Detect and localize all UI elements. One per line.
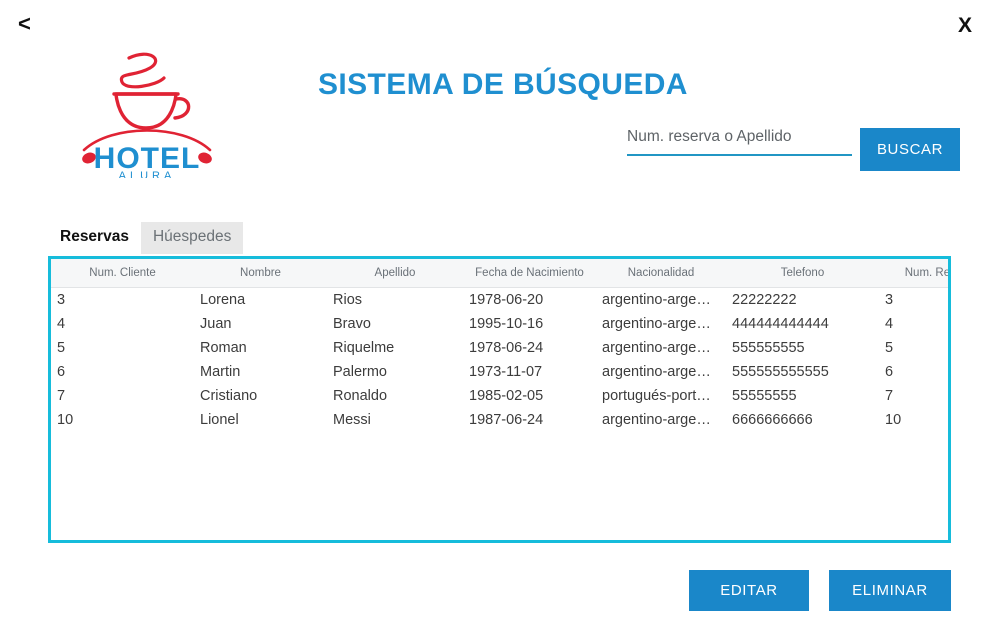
cell-num-cliente: 10 <box>57 412 74 428</box>
search-field-wrapper <box>627 128 852 156</box>
edit-button[interactable]: EDITAR <box>689 570 809 611</box>
tab-reservas[interactable]: Reservas <box>48 222 141 254</box>
cell-telefono: 6666666666 <box>732 412 813 428</box>
cell-nacionalidad: portugués-port… <box>602 388 711 404</box>
cell-num-cliente: 5 <box>57 340 66 356</box>
page-title: SISTEMA DE BÚSQUEDA <box>318 68 688 101</box>
tab-bar: Reservas Húespedes <box>48 222 244 254</box>
cell-fecha-nacimiento: 1978-06-24 <box>469 340 544 356</box>
cell-apellido: Palermo <box>333 364 387 380</box>
hotel-alura-logo: HOTEL ALURA <box>72 46 222 182</box>
cell-nacionalidad: argentino-arge… <box>602 340 711 356</box>
cell-nombre: Cristiano <box>200 388 258 404</box>
cell-fecha-nacimiento: 1985-02-05 <box>469 388 544 404</box>
cell-num-reserva: 10 <box>885 412 902 428</box>
cell-nacionalidad: argentino-arge… <box>602 364 711 380</box>
cell-telefono: 555555555555 <box>732 364 829 380</box>
cell-nacionalidad: argentino-arge… <box>602 316 711 332</box>
column-header-num-reserva[interactable]: Num. Reserva <box>879 259 948 288</box>
cell-num-cliente: 3 <box>57 292 66 308</box>
cell-fecha-nacimiento: 1978-06-20 <box>469 292 544 308</box>
cell-num-reserva: 7 <box>885 388 894 404</box>
cell-nombre: Martin <box>200 364 241 380</box>
cell-nacionalidad: argentino-arge… <box>602 412 711 428</box>
results-table-panel: Num. Cliente Nombre Apellido Fecha de Na… <box>48 256 951 543</box>
cell-nombre: Lorena <box>200 292 246 308</box>
table-row[interactable]: 10 Lionel Messi 1987-06-24 argentino-arg… <box>51 408 948 432</box>
column-header-fecha-nacimiento[interactable]: Fecha de Nacimiento <box>463 259 596 288</box>
cell-fecha-nacimiento: 1995-10-16 <box>469 316 544 332</box>
close-icon[interactable]: X <box>958 15 972 36</box>
cell-num-cliente: 7 <box>57 388 66 404</box>
table-row[interactable]: 7 Cristiano Ronaldo 1985-02-05 portugués… <box>51 384 948 408</box>
table-header: Num. Cliente Nombre Apellido Fecha de Na… <box>51 259 948 288</box>
back-icon[interactable]: < <box>18 13 31 35</box>
column-header-nombre[interactable]: Nombre <box>194 259 327 288</box>
column-header-nacionalidad[interactable]: Nacionalidad <box>596 259 726 288</box>
column-header-telefono[interactable]: Telefono <box>726 259 879 288</box>
cell-nacionalidad: argentino-arge… <box>602 292 711 308</box>
cell-telefono: 555555555 <box>732 340 805 356</box>
column-header-num-cliente[interactable]: Num. Cliente <box>51 259 194 288</box>
table-header-row: Num. Cliente Nombre Apellido Fecha de Na… <box>51 259 948 288</box>
table-row[interactable]: 3 Lorena Rios 1978-06-20 argentino-arge…… <box>51 288 948 313</box>
cell-num-cliente: 4 <box>57 316 66 332</box>
cell-telefono: 444444444444 <box>732 316 829 332</box>
cell-apellido: Messi <box>333 412 371 428</box>
search-input[interactable] <box>627 128 852 156</box>
tab-huespedes[interactable]: Húespedes <box>140 222 244 254</box>
delete-button[interactable]: ELIMINAR <box>829 570 951 611</box>
cell-num-reserva: 5 <box>885 340 894 356</box>
svg-text:ALURA: ALURA <box>119 170 176 178</box>
cell-apellido: Bravo <box>333 316 371 332</box>
cell-apellido: Riquelme <box>333 340 395 356</box>
cell-fecha-nacimiento: 1987-06-24 <box>469 412 544 428</box>
cell-nombre: Roman <box>200 340 247 356</box>
cell-apellido: Ronaldo <box>333 388 388 404</box>
cell-apellido: Rios <box>333 292 363 308</box>
table-row[interactable]: 5 Roman Riquelme 1978-06-24 argentino-ar… <box>51 336 948 360</box>
column-header-apellido[interactable]: Apellido <box>327 259 463 288</box>
table-row[interactable]: 4 Juan Bravo 1995-10-16 argentino-arge… … <box>51 312 948 336</box>
cell-telefono: 55555555 <box>732 388 797 404</box>
cell-nombre: Juan <box>200 316 232 332</box>
search-button[interactable]: BUSCAR <box>860 128 960 171</box>
cell-num-reserva: 6 <box>885 364 894 380</box>
cell-num-reserva: 4 <box>885 316 894 332</box>
table-row[interactable]: 6 Martin Palermo 1973-11-07 argentino-ar… <box>51 360 948 384</box>
results-table: Num. Cliente Nombre Apellido Fecha de Na… <box>51 259 948 433</box>
cell-num-reserva: 3 <box>885 292 894 308</box>
cell-fecha-nacimiento: 1973-11-07 <box>469 364 543 380</box>
cell-telefono: 22222222 <box>732 292 797 308</box>
cell-nombre: Lionel <box>200 412 239 428</box>
cell-num-cliente: 6 <box>57 364 66 380</box>
table-body: 3 Lorena Rios 1978-06-20 argentino-arge…… <box>51 288 948 433</box>
